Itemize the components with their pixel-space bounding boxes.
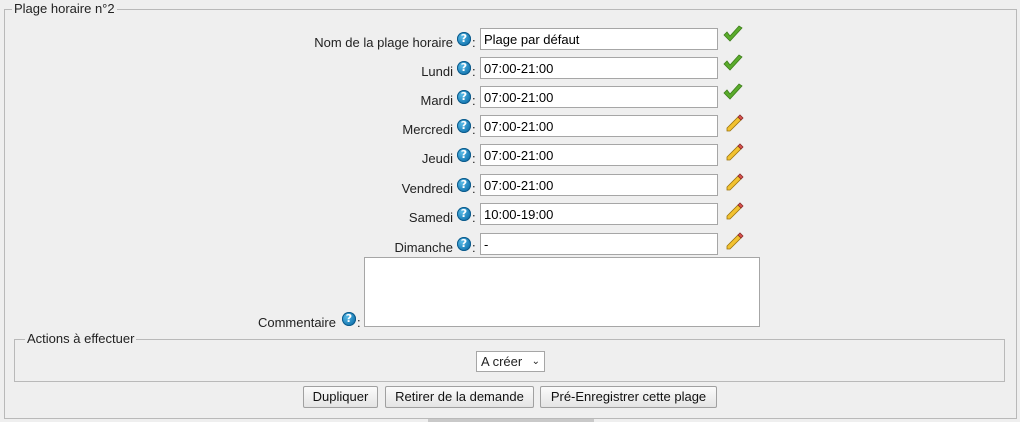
check-icon bbox=[723, 25, 743, 42]
check-icon bbox=[723, 83, 743, 100]
label-jeudi: Jeudi bbox=[421, 151, 453, 166]
label-colon: : bbox=[472, 151, 476, 166]
mercredi-input[interactable] bbox=[480, 115, 718, 137]
lundi-input[interactable] bbox=[480, 57, 718, 79]
help-icon[interactable]: ? bbox=[457, 207, 471, 221]
help-icon[interactable]: ? bbox=[457, 32, 471, 46]
label-colon: : bbox=[472, 210, 476, 225]
remove-from-request-button[interactable]: Retirer de la demande bbox=[385, 386, 534, 408]
help-icon[interactable]: ? bbox=[457, 237, 471, 251]
label-commentaire: Commentaire bbox=[257, 315, 336, 330]
actions-legend: Actions à effectuer bbox=[25, 331, 137, 346]
help-icon[interactable]: ? bbox=[457, 61, 471, 75]
check-icon bbox=[723, 54, 743, 71]
jeudi-input[interactable] bbox=[480, 144, 718, 166]
help-icon[interactable]: ? bbox=[457, 178, 471, 192]
label-colon: : bbox=[472, 64, 476, 79]
label-vendredi: Vendredi bbox=[401, 181, 453, 196]
label-nom-plage: Nom de la plage horaire bbox=[314, 35, 453, 50]
preregister-button[interactable]: Pré-Enregistrer cette plage bbox=[540, 386, 717, 408]
label-colon: : bbox=[472, 122, 476, 137]
help-icon[interactable]: ? bbox=[457, 119, 471, 133]
pencil-icon[interactable] bbox=[723, 111, 745, 133]
label-lundi: Lundi bbox=[421, 64, 453, 79]
nom-plage-input[interactable] bbox=[480, 28, 718, 50]
label-mardi: Mardi bbox=[420, 93, 453, 108]
action-select[interactable]: A créer ⌄ bbox=[476, 351, 545, 372]
samedi-input[interactable] bbox=[480, 203, 718, 225]
time-slot-legend: Plage horaire n°2 bbox=[12, 1, 117, 16]
label-colon: : bbox=[472, 240, 476, 255]
label-samedi: Samedi bbox=[408, 210, 453, 225]
pencil-icon[interactable] bbox=[723, 229, 745, 251]
help-icon[interactable]: ? bbox=[342, 312, 356, 326]
label-mercredi: Mercredi bbox=[402, 122, 453, 137]
pencil-icon[interactable] bbox=[723, 199, 745, 221]
help-icon[interactable]: ? bbox=[457, 148, 471, 162]
action-select-value: A créer bbox=[481, 354, 523, 369]
label-dimanche: Dimanche bbox=[394, 240, 453, 255]
pencil-icon[interactable] bbox=[723, 170, 745, 192]
dimanche-input[interactable] bbox=[480, 233, 718, 255]
chevron-down-icon: ⌄ bbox=[531, 356, 540, 367]
comment-textarea[interactable] bbox=[364, 257, 760, 327]
mardi-input[interactable] bbox=[480, 86, 718, 108]
label-colon: : bbox=[472, 35, 476, 50]
duplicate-button[interactable]: Dupliquer bbox=[303, 386, 378, 408]
label-colon: : bbox=[472, 93, 476, 108]
label-colon: : bbox=[472, 181, 476, 196]
label-colon: : bbox=[357, 315, 361, 330]
help-icon[interactable]: ? bbox=[457, 90, 471, 104]
vendredi-input[interactable] bbox=[480, 174, 718, 196]
pencil-icon[interactable] bbox=[723, 140, 745, 162]
